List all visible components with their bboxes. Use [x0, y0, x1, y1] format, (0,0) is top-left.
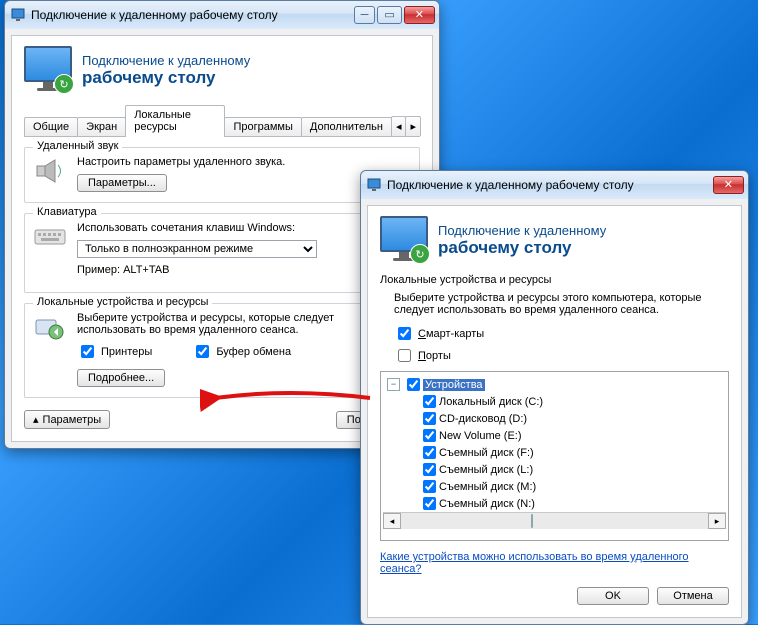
monitor-icon: ↻ — [24, 46, 72, 94]
tree-item[interactable]: CD-дисковод (D:) — [383, 410, 726, 427]
group-title-keyboard: Клавиатура — [33, 206, 101, 218]
tree-root-label[interactable]: Устройства — [423, 379, 485, 391]
tree-item[interactable]: New Volume (E:) — [383, 427, 726, 444]
close-button[interactable]: ✕ — [713, 176, 744, 194]
cancel-button[interactable]: Отмена — [657, 587, 729, 605]
app-icon — [367, 177, 383, 193]
tree-root-row[interactable]: − Устройства — [383, 376, 726, 393]
app-heading-line2: рабочему столу — [82, 68, 250, 88]
devices-text: Выберите устройства и ресурсы, которые с… — [77, 312, 367, 336]
scroll-left-icon[interactable]: ◂ — [383, 513, 401, 529]
tree-item-label: Съемный диск (L:) — [439, 464, 533, 476]
maximize-button[interactable]: ▭ — [377, 6, 401, 24]
rdp-devices-dialog: Подключение к удаленному рабочему столу … — [360, 170, 749, 625]
horizontal-scrollbar[interactable]: ◂ ▸ — [383, 512, 726, 529]
section-title: Локальные устройства и ресурсы — [380, 274, 729, 286]
tree-item[interactable]: Локальный диск (C:) — [383, 393, 726, 410]
window-body: ↻ Подключение к удаленному рабочему стол… — [367, 205, 742, 618]
ok-button[interactable]: OK — [577, 587, 649, 605]
group-title-devices: Локальные устройства и ресурсы — [33, 296, 212, 308]
ports-checkbox[interactable]: Порты — [394, 346, 451, 365]
help-link[interactable]: Какие устройства можно использовать во в… — [380, 551, 689, 575]
tab-programs[interactable]: Программы — [224, 117, 301, 136]
section-text: Выберите устройства и ресурсы этого комп… — [394, 292, 729, 316]
tab-scroll-right[interactable]: ▸ — [405, 116, 421, 136]
chevron-up-icon: ▴ — [33, 413, 39, 426]
keyboard-icon — [33, 222, 67, 282]
window-title: Подключение к удаленному рабочему столу — [31, 8, 278, 22]
titlebar[interactable]: Подключение к удаленному рабочему столу … — [361, 171, 748, 199]
tree-item-label: Съемный диск (N:) — [439, 498, 535, 510]
app-heading-line2: рабочему столу — [438, 238, 606, 258]
tree-item-label: Съемный диск (M:) — [439, 481, 536, 493]
more-button[interactable]: Подробнее... — [77, 369, 165, 387]
tab-bar: Общие Экран Локальные ресурсы Программы … — [24, 104, 420, 137]
minimize-button[interactable]: ─ — [354, 6, 376, 24]
tab-advanced[interactable]: Дополнительн — [301, 117, 392, 136]
tree-item-label: CD-дисковод (D:) — [439, 413, 527, 425]
app-heading-line1: Подключение к удаленному — [438, 223, 606, 238]
printers-checkbox[interactable]: Принтеры — [77, 342, 152, 361]
audio-text: Настроить параметры удаленного звука. — [77, 156, 411, 168]
tree-item[interactable]: Съемный диск (N:) — [383, 495, 726, 512]
tab-local-resources[interactable]: Локальные ресурсы — [125, 105, 225, 137]
speaker-icon — [33, 156, 67, 192]
app-heading-line1: Подключение к удаленному — [82, 53, 250, 68]
smartcards-checkbox[interactable]: Смарт-карты — [394, 324, 484, 343]
clipboard-checkbox[interactable]: Буфер обмена — [192, 342, 291, 361]
options-toggle-button[interactable]: ▴ Параметры — [24, 410, 110, 429]
group-title-audio: Удаленный звук — [33, 140, 122, 152]
scroll-right-icon[interactable]: ▸ — [708, 513, 726, 529]
keyboard-combo[interactable]: Только в полноэкранном режиме — [77, 240, 317, 258]
titlebar[interactable]: Подключение к удаленному рабочему столу … — [5, 1, 439, 29]
window-title: Подключение к удаленному рабочему столу — [387, 178, 634, 192]
app-icon — [11, 7, 27, 23]
tree-item[interactable]: Съемный диск (F:) — [383, 444, 726, 461]
tree-item-label: New Volume (E:) — [439, 430, 522, 442]
tab-display[interactable]: Экран — [77, 117, 126, 136]
tree-item-label: Локальный диск (C:) — [439, 396, 543, 408]
tree-item-label: Съемный диск (F:) — [439, 447, 534, 459]
audio-settings-button[interactable]: Параметры... — [77, 174, 167, 192]
collapse-icon[interactable]: − — [387, 378, 400, 391]
tree-item[interactable]: Съемный диск (L:) — [383, 461, 726, 478]
tree-item[interactable]: Съемный диск (M:) — [383, 478, 726, 495]
scrollbar-thumb[interactable] — [531, 514, 533, 528]
tab-scroll-left[interactable]: ◂ — [391, 116, 407, 136]
monitor-icon: ↻ — [380, 216, 428, 264]
devices-icon — [33, 312, 67, 387]
close-button[interactable]: ✕ — [404, 6, 435, 24]
tab-general[interactable]: Общие — [24, 117, 78, 136]
devices-tree[interactable]: − Устройства Локальный диск (C:) CD-диск… — [380, 371, 729, 541]
